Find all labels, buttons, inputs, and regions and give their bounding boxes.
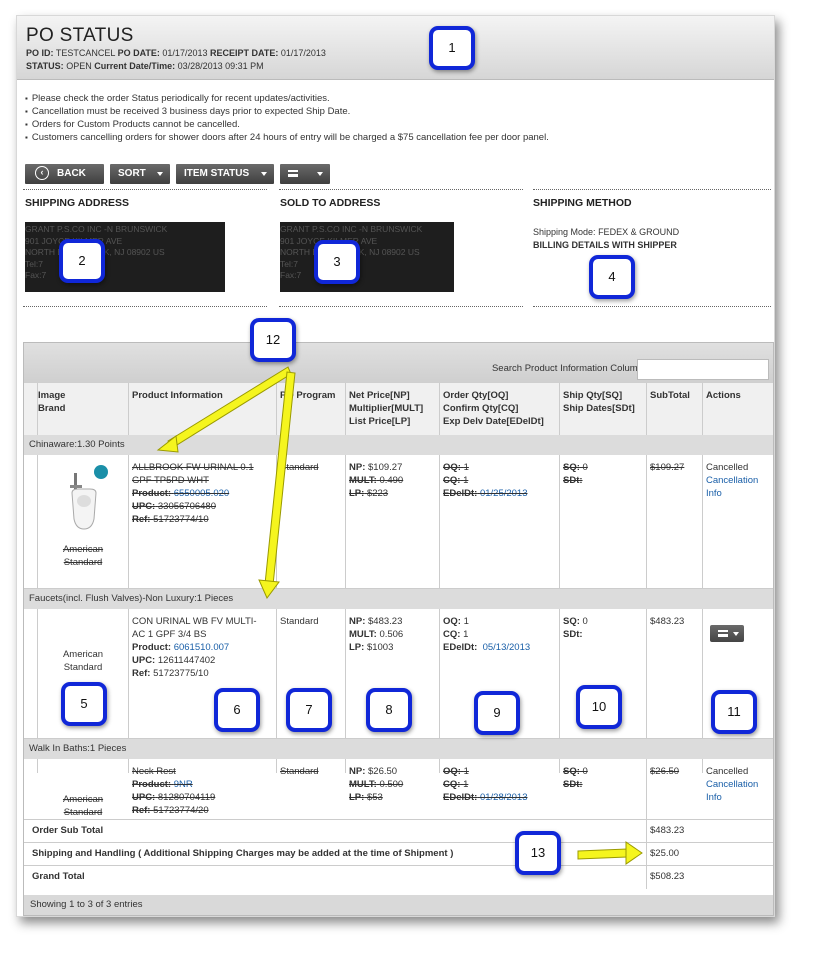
callout-8: 8	[366, 688, 412, 732]
arrow-head-icon	[156, 435, 179, 453]
callout-12: 12	[250, 318, 296, 362]
annotation-arrows	[156, 366, 643, 865]
callout-1: 1	[429, 26, 475, 70]
callout-7: 7	[286, 688, 332, 732]
arrow-12-to-group	[167, 366, 292, 449]
arrow-12-to-group-2	[264, 371, 296, 586]
callout-13: 13	[515, 831, 561, 875]
callout-2: 2	[59, 239, 105, 283]
callout-9: 9	[474, 691, 520, 735]
callout-5: 5	[61, 682, 107, 726]
arrow-head-icon	[625, 841, 643, 865]
callout-6: 6	[214, 688, 260, 732]
callout-10: 10	[576, 685, 622, 729]
arrow-head-icon	[258, 579, 280, 599]
callout-4: 4	[589, 255, 635, 299]
callout-3: 3	[314, 240, 360, 284]
callout-11: 11	[711, 690, 757, 734]
arrow-13-to-shipping	[577, 848, 628, 860]
